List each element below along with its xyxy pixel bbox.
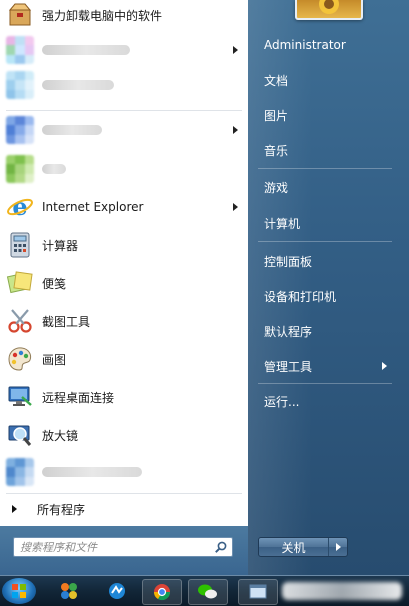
program-item-sticky-notes[interactable]: 便笺 bbox=[0, 266, 248, 300]
link-pictures[interactable]: 图片 bbox=[258, 101, 294, 129]
link-control-panel[interactable]: 控制面板 bbox=[258, 247, 318, 275]
program-item-magnifier[interactable]: 放大镜 bbox=[0, 418, 248, 452]
link-computer[interactable]: 计算机 bbox=[258, 209, 306, 237]
program-item-label: 计算器 bbox=[42, 238, 79, 253]
all-programs-button[interactable]: 所有程序 bbox=[0, 493, 248, 525]
ie-icon: e bbox=[6, 192, 34, 221]
blurred-app-icon bbox=[6, 155, 34, 183]
windows-logo-icon bbox=[12, 584, 26, 598]
link-label: Administrator bbox=[264, 38, 346, 52]
submenu-arrow-icon bbox=[382, 362, 387, 370]
separator bbox=[258, 383, 392, 384]
link-label: 游戏 bbox=[264, 180, 289, 195]
program-item-blurred[interactable] bbox=[0, 33, 248, 67]
svg-text:e: e bbox=[12, 193, 27, 221]
snipping-tool-icon bbox=[6, 307, 34, 335]
link-user-folder[interactable]: Administrator bbox=[258, 31, 352, 59]
search-icon[interactable] bbox=[214, 540, 228, 554]
blurred-tray-area bbox=[282, 582, 402, 600]
program-item-label: 画图 bbox=[42, 352, 67, 367]
program-item-label: 便笺 bbox=[42, 276, 67, 291]
link-run[interactable]: 运行... bbox=[258, 387, 305, 415]
submenu-arrow-icon bbox=[233, 126, 238, 134]
shutdown-label[interactable]: 关机 bbox=[259, 538, 329, 556]
taskbar-app-wechat[interactable] bbox=[188, 579, 228, 605]
sticky-notes-icon bbox=[6, 269, 34, 297]
program-item-label: 放大镜 bbox=[42, 428, 79, 443]
link-label: 计算机 bbox=[264, 216, 301, 231]
separator bbox=[258, 241, 392, 242]
taskbar-app-blue[interactable] bbox=[98, 579, 136, 603]
blurred-label bbox=[42, 467, 142, 477]
program-item-remote-desktop[interactable]: 远程桌面连接 bbox=[0, 380, 248, 414]
blurred-label bbox=[42, 164, 66, 174]
chevron-right-icon bbox=[335, 543, 341, 551]
calculator-icon bbox=[6, 231, 34, 259]
link-label: 图片 bbox=[264, 108, 289, 123]
link-label: 运行... bbox=[264, 394, 300, 409]
window-icon bbox=[249, 584, 267, 599]
program-item-blurred[interactable] bbox=[0, 152, 248, 186]
link-label: 控制面板 bbox=[264, 254, 313, 269]
wechat-icon bbox=[198, 584, 217, 599]
program-item-blurred[interactable] bbox=[0, 113, 248, 147]
flower-icon bbox=[319, 0, 339, 14]
submenu-arrow-icon bbox=[233, 203, 238, 211]
separator bbox=[258, 168, 392, 169]
program-item-label: 远程桌面连接 bbox=[42, 390, 115, 405]
link-music[interactable]: 音乐 bbox=[258, 136, 294, 164]
program-item-internet-explorer[interactable]: e Internet Explorer bbox=[0, 190, 248, 224]
program-item-uninstaller[interactable]: 强力卸载电脑中的软件 bbox=[0, 0, 248, 32]
submenu-arrow-icon bbox=[233, 46, 238, 54]
search-box[interactable] bbox=[13, 537, 233, 557]
app-icon bbox=[109, 583, 125, 599]
blurred-app-icon bbox=[6, 36, 34, 64]
link-label: 设备和打印机 bbox=[264, 289, 337, 304]
taskbar bbox=[0, 575, 409, 606]
all-programs-label: 所有程序 bbox=[37, 502, 86, 517]
start-orb-button[interactable] bbox=[2, 578, 36, 604]
uninstall-box-icon bbox=[6, 1, 34, 29]
program-item-snipping-tool[interactable]: 截图工具 bbox=[0, 304, 248, 338]
program-item-label: Internet Explorer bbox=[42, 200, 144, 214]
chrome-icon bbox=[153, 584, 171, 601]
link-games[interactable]: 游戏 bbox=[258, 173, 294, 201]
paint-icon bbox=[6, 345, 34, 373]
link-label: 管理工具 bbox=[264, 359, 313, 374]
link-default-programs[interactable]: 默认程序 bbox=[258, 317, 318, 345]
remote-desktop-icon bbox=[6, 383, 34, 411]
link-documents[interactable]: 文档 bbox=[258, 66, 294, 94]
search-input[interactable] bbox=[20, 539, 204, 555]
pinwheel-icon bbox=[61, 583, 77, 599]
blurred-app-icon bbox=[6, 458, 34, 486]
link-label: 文档 bbox=[264, 73, 289, 88]
all-programs-arrow-icon bbox=[12, 505, 17, 513]
program-item-blurred[interactable] bbox=[0, 68, 248, 102]
taskbar-app-pinwheel[interactable] bbox=[50, 579, 88, 603]
blurred-label bbox=[42, 45, 130, 55]
program-item-calculator[interactable]: 计算器 bbox=[0, 228, 248, 262]
taskbar-app-browser[interactable] bbox=[142, 579, 182, 605]
program-item-label: 截图工具 bbox=[42, 314, 91, 329]
magnifier-icon bbox=[6, 421, 34, 449]
user-picture[interactable] bbox=[295, 0, 363, 20]
separator bbox=[6, 110, 242, 111]
program-item-paint[interactable]: 画图 bbox=[0, 342, 248, 376]
program-item-blurred[interactable] bbox=[0, 455, 248, 489]
link-devices-printers[interactable]: 设备和打印机 bbox=[258, 282, 342, 310]
blurred-label bbox=[42, 125, 102, 135]
blurred-app-icon bbox=[6, 116, 34, 144]
link-label: 默认程序 bbox=[264, 324, 313, 339]
shutdown-button[interactable]: 关机 bbox=[258, 537, 348, 557]
blurred-label bbox=[42, 80, 114, 90]
blurred-app-icon bbox=[6, 71, 34, 99]
link-label: 音乐 bbox=[264, 143, 289, 158]
taskbar-app-window[interactable] bbox=[238, 579, 278, 605]
program-item-label: 强力卸载电脑中的软件 bbox=[42, 8, 163, 23]
shutdown-options-button[interactable] bbox=[329, 538, 347, 556]
